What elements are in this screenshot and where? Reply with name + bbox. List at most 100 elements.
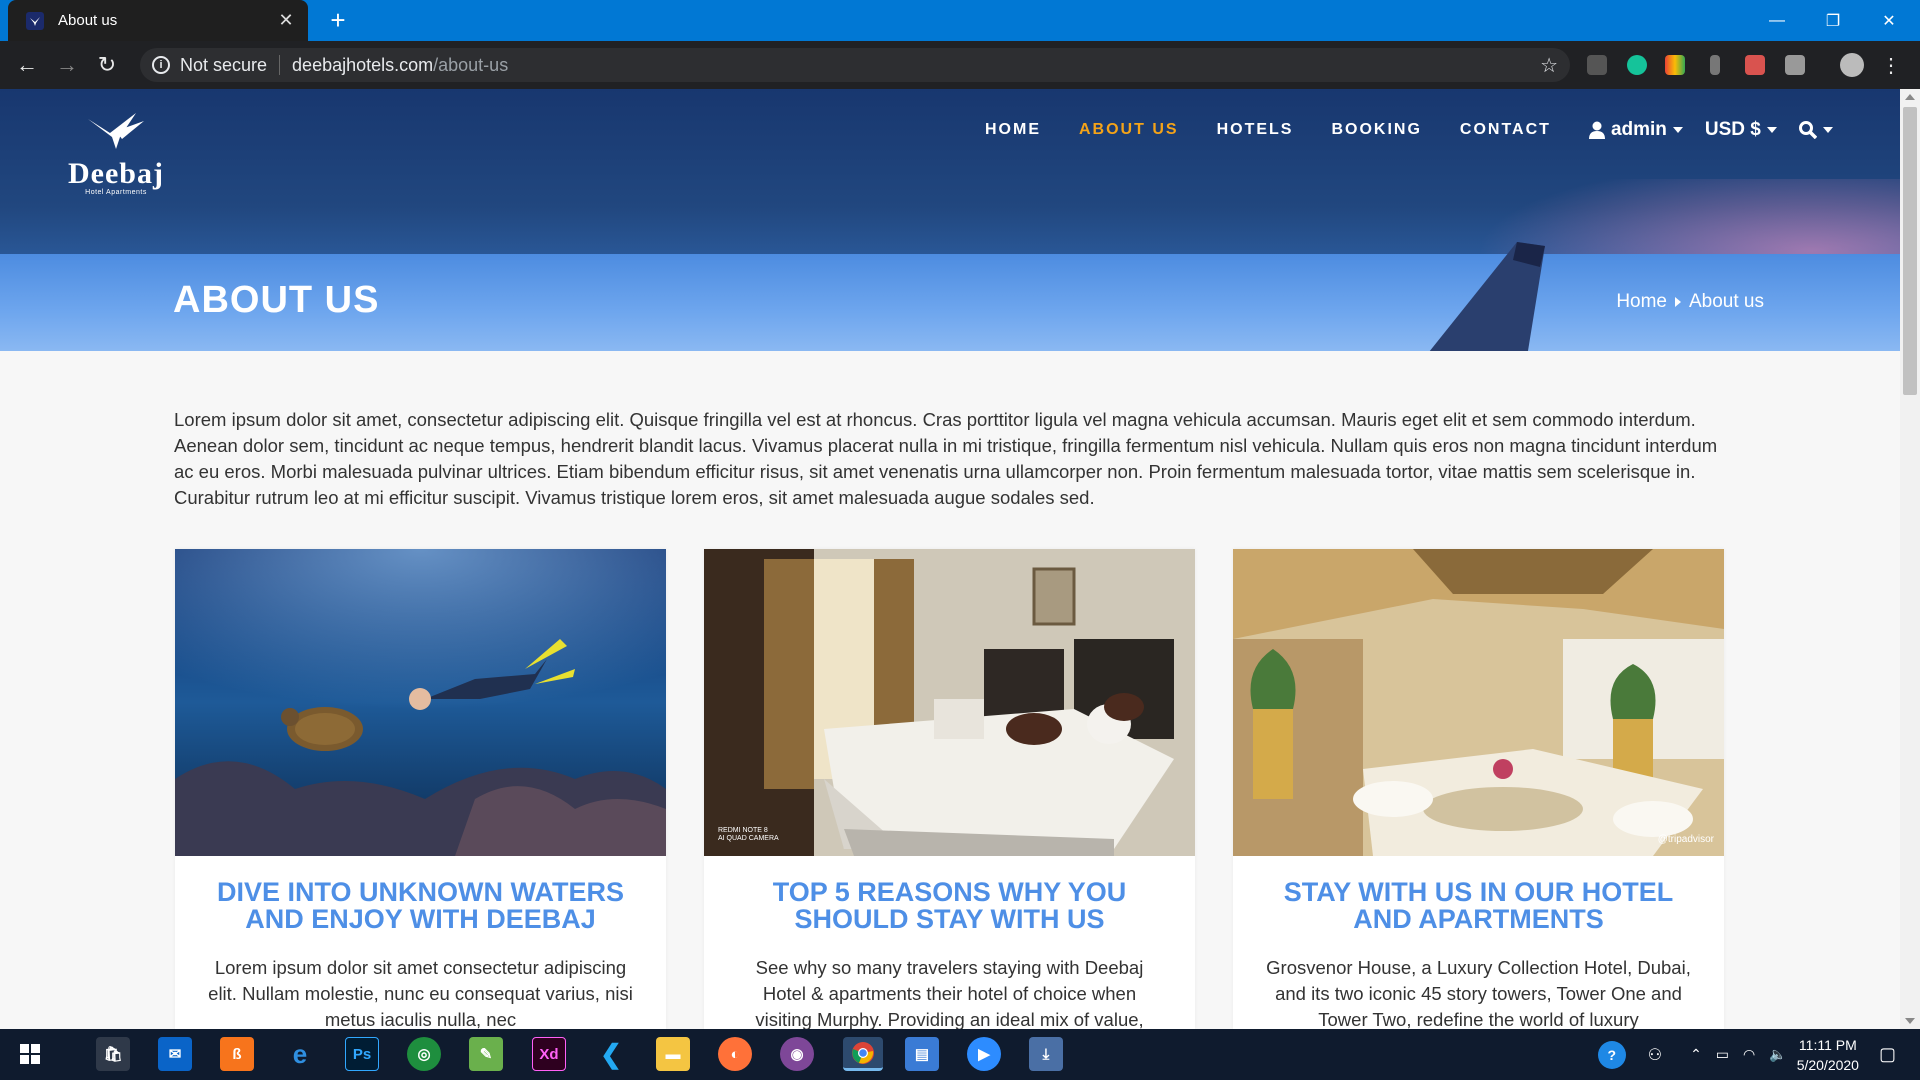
extension-pen-icon[interactable] (1587, 55, 1607, 75)
notepad-icon[interactable]: ✎ (469, 1037, 503, 1071)
site-favicon-icon (26, 11, 44, 30)
back-icon[interactable]: ← (12, 50, 42, 80)
user-menu[interactable]: admin (1588, 119, 1683, 141)
xampp-icon[interactable]: ß (220, 1037, 254, 1071)
scrollbar-thumb[interactable] (1903, 107, 1917, 395)
edge-icon[interactable]: e (283, 1037, 317, 1071)
restore-icon[interactable]: ❐ (1810, 0, 1856, 41)
scroll-up-icon[interactable] (1905, 94, 1915, 100)
profile-avatar[interactable] (1840, 53, 1864, 77)
card-excerpt: Grosvenor House, a Luxury Collection Hot… (1266, 957, 1691, 1030)
breadcrumb-home[interactable]: Home (1616, 291, 1667, 313)
site-logo[interactable]: Deebaj Hotel Apartments (56, 111, 176, 207)
grammarly-icon[interactable] (1627, 55, 1647, 75)
maps-icon[interactable]: ◎ (407, 1037, 441, 1071)
mail-icon[interactable]: ✉ (158, 1037, 192, 1071)
logo-name: Deebaj (68, 157, 164, 190)
adobe-xd-icon[interactable]: Xd (532, 1037, 566, 1071)
people-icon[interactable]: ⚇ (1648, 1045, 1662, 1065)
main-nav: HOME ABOUT US HOTELS BOOKING CONTACT adm… (985, 119, 1855, 141)
tor-icon[interactable]: ◉ (780, 1037, 814, 1071)
chevron-down-icon (1766, 127, 1777, 133)
page-scrollbar[interactable] (1900, 89, 1920, 1029)
clock-date: 5/20/2020 (1796, 1056, 1859, 1073)
nav-contact[interactable]: CONTACT (1460, 121, 1551, 139)
close-window-icon[interactable]: ✕ (1866, 0, 1912, 41)
notifications-icon[interactable]: ▢ (1879, 1044, 1896, 1065)
nav-hotels[interactable]: HOTELS (1217, 121, 1294, 139)
breadcrumb: Home About us (1616, 291, 1764, 313)
wifi-icon[interactable]: ◠ (1743, 1046, 1755, 1063)
vscode-icon[interactable]: ❮ (594, 1037, 628, 1071)
windows-taskbar: 🛍 ✉ ß e Ps ◎ ✎ Xd ❮ ▬ ◐ ◉ ▤ ▶ ⤓ ? ⚇ ⌃ ▭ … (0, 1029, 1920, 1080)
chrome-icon[interactable] (843, 1037, 883, 1071)
search-menu[interactable] (1798, 121, 1833, 139)
system-tray: ? ⚇ ⌃ ▭ ◠ 🔈 11:11 PM 5/20/2020 ▢ (1597, 1029, 1920, 1080)
blog-card-diving[interactable]: DIVE INTO UNKNOWN WATERS AND ENJOY WITH … (175, 549, 666, 1030)
new-tab-button[interactable]: + (323, 6, 353, 34)
chevron-up-icon[interactable]: ⌃ (1690, 1046, 1702, 1063)
security-label: Not secure (180, 54, 268, 75)
card-title[interactable]: TOP 5 REASONS WHY YOU SHOULD STAY WITH U… (724, 879, 1175, 933)
blog-card-hotel[interactable]: @tripadvisor STAY WITH US IN OUR HOTEL A… (1233, 549, 1724, 1030)
url-path: /about-us (433, 54, 509, 75)
site-header: Deebaj Hotel Apartments HOME ABOUT US HO… (0, 89, 1900, 351)
photoshop-icon[interactable]: Ps (345, 1037, 379, 1071)
store-icon[interactable]: 🛍 (96, 1037, 130, 1071)
card-excerpt: See why so many travelers staying with D… (755, 957, 1144, 1030)
url-input[interactable]: i Not secure deebajhotels.com/about-us ☆ (140, 48, 1570, 82)
hotel-bedroom-image[interactable]: REDMI NOTE 8 AI QUAD CAMERA (704, 549, 1195, 856)
extension-bottle-icon[interactable] (1710, 55, 1720, 75)
chevron-down-icon (1822, 127, 1833, 133)
extension-cast-icon[interactable] (1745, 55, 1765, 75)
currency-menu[interactable]: USD $ (1705, 119, 1777, 141)
nav-home[interactable]: HOME (985, 121, 1041, 139)
page-title: ABOUT US (173, 279, 380, 321)
user-icon (1588, 121, 1605, 139)
close-tab-icon[interactable]: ✕ (276, 10, 296, 31)
menu-kebab-icon[interactable]: ⋮ (1876, 50, 1906, 80)
extension-doc-icon[interactable] (1785, 55, 1805, 75)
file-explorer-icon[interactable]: ▬ (656, 1037, 690, 1071)
blog-card-reasons[interactable]: REDMI NOTE 8 AI QUAD CAMERA TOP 5 REASON… (704, 549, 1195, 1030)
bird-logo-icon (56, 111, 176, 159)
card-title[interactable]: STAY WITH US IN OUR HOTEL AND APARTMENTS (1253, 879, 1704, 933)
photo-watermark: REDMI NOTE 8 AI QUAD CAMERA (718, 827, 779, 842)
browser-tab[interactable]: About us ✕ (8, 0, 308, 41)
zoom-icon[interactable]: ▶ (967, 1037, 1001, 1071)
hotel-restaurant-image[interactable]: @tripadvisor (1233, 549, 1724, 856)
card-title[interactable]: DIVE INTO UNKNOWN WATERS AND ENJOY WITH … (195, 879, 646, 933)
minimize-icon[interactable]: — (1754, 0, 1800, 41)
reload-icon[interactable]: ↻ (92, 50, 122, 80)
tab-title: About us (58, 12, 118, 29)
scroll-down-icon[interactable] (1905, 1018, 1915, 1024)
url-host: deebajhotels.com (292, 54, 434, 75)
photo-watermark: @tripadvisor (1657, 834, 1714, 845)
search-icon (1798, 121, 1817, 139)
nav-about-us[interactable]: ABOUT US (1079, 121, 1179, 139)
forward-icon[interactable]: → (52, 50, 82, 80)
volume-icon[interactable]: 🔈 (1769, 1046, 1786, 1063)
firefox-icon[interactable]: ◐ (718, 1037, 752, 1071)
currency-label: USD $ (1704, 119, 1761, 140)
downloads-icon[interactable]: ⤓ (1029, 1037, 1063, 1071)
underwater-diver-image[interactable] (175, 549, 666, 856)
extension-color-icon[interactable] (1665, 55, 1685, 75)
chevron-down-icon (1672, 127, 1683, 133)
airplane-tail-image (1429, 242, 1545, 351)
intro-paragraph: Lorem ipsum dolor sit amet, consectetur … (174, 409, 1718, 508)
battery-icon[interactable]: ▭ (1716, 1046, 1729, 1063)
help-icon[interactable]: ? (1597, 1040, 1626, 1069)
nav-booking[interactable]: BOOKING (1331, 121, 1421, 139)
info-icon[interactable]: i (152, 56, 170, 74)
user-name: admin (1610, 119, 1667, 140)
breadcrumb-current: About us (1689, 291, 1764, 312)
address-bar: ← → ↻ i Not secure deebajhotels.com/abou… (0, 41, 1920, 89)
browser-tab-strip: About us ✕ + — ❐ ✕ (0, 0, 1920, 41)
control-panel-icon[interactable]: ▤ (905, 1037, 939, 1071)
bookmark-star-icon[interactable]: ☆ (1540, 53, 1558, 78)
clock[interactable]: 11:11 PM 5/20/2020 (1797, 1035, 1859, 1075)
card-excerpt: Lorem ipsum dolor sit amet consectetur a… (208, 957, 633, 1030)
divider (279, 55, 281, 75)
windows-start-icon[interactable] (13, 1037, 47, 1071)
